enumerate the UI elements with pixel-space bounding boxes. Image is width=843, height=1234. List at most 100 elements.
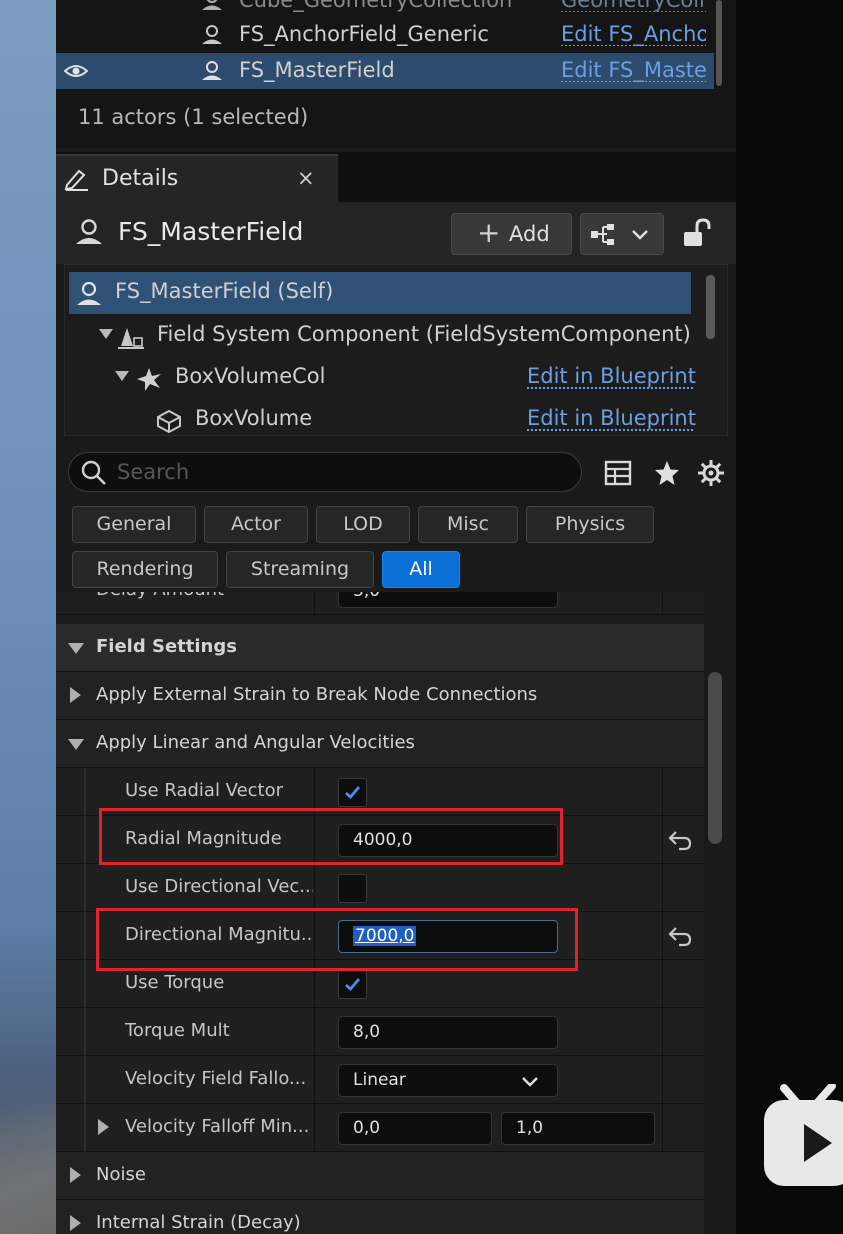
actor-icon	[76, 219, 102, 244]
reset-to-default-icon[interactable]	[668, 829, 692, 851]
torque-mult-input[interactable]: 8,0	[338, 1016, 558, 1049]
component-self-row[interactable]: FS_MasterField (Self)	[69, 272, 691, 314]
gear-icon[interactable]	[697, 459, 725, 487]
search-icon	[81, 460, 106, 485]
blueprint-hierarchy-icon	[591, 224, 648, 245]
filter-all[interactable]: All	[382, 551, 460, 588]
outliner-row-name: FS_AnchorField_Generic	[239, 22, 489, 46]
outliner-row[interactable]: FS_AnchorField_Generic Edit FS_Ancho	[56, 17, 714, 53]
filter-physics[interactable]: Physics	[526, 506, 654, 543]
use-radial-vector-checkbox[interactable]	[338, 778, 367, 807]
box-volume-icon	[157, 409, 181, 434]
close-icon[interactable]: ×	[297, 166, 315, 190]
outliner-row-selected[interactable]: FS_MasterField Edit FS_Maste	[56, 53, 714, 89]
indent-guide	[84, 912, 86, 960]
collapsed-arrow-icon[interactable]	[70, 687, 81, 703]
collapsed-arrow-icon[interactable]	[70, 1167, 81, 1183]
outliner-row-edit-link[interactable]: Edit FS_Ancho	[561, 22, 706, 46]
filter-misc[interactable]: Misc	[418, 506, 518, 543]
velocity-field-falloff-dropdown[interactable]: Linear	[338, 1064, 558, 1097]
component-label: FS_MasterField (Self)	[115, 279, 334, 303]
search-input[interactable]	[117, 457, 557, 487]
collapse-arrow-icon[interactable]	[99, 329, 113, 339]
group-label: Apply Linear and Angular Velocities	[96, 732, 415, 753]
tab-details[interactable]: Details ×	[56, 154, 338, 202]
velocity-falloff-min-input[interactable]: 0,0	[338, 1112, 492, 1145]
filter-streaming[interactable]: Streaming	[226, 551, 374, 588]
bilibili-logo-icon	[764, 1084, 843, 1186]
property-label: Use Directional Vec...	[125, 876, 313, 897]
column-divider	[662, 592, 663, 615]
filter-general[interactable]: General	[72, 506, 196, 543]
group-label: Internal Strain (Decay)	[96, 1212, 301, 1233]
property-label: Delay Amount	[96, 592, 284, 600]
property-row-use-directional-vector: Use Directional Vec...	[56, 864, 704, 912]
column-divider	[662, 1056, 663, 1104]
highlight-box	[99, 808, 563, 865]
property-label: Use Torque	[125, 972, 225, 993]
property-row-velocity-field-falloff: Velocity Field Fallo... Linear	[56, 1056, 704, 1104]
expand-arrow-icon[interactable]	[68, 739, 84, 750]
dropdown-value: Linear	[353, 1070, 406, 1090]
collapse-arrow-icon[interactable]	[115, 371, 129, 381]
star-icon[interactable]	[653, 459, 681, 487]
column-divider	[314, 1056, 315, 1104]
blueprint-options-button[interactable]	[580, 213, 664, 255]
grid-view-icon[interactable]	[604, 459, 632, 487]
selected-actor-title: FS_MasterField	[118, 217, 304, 246]
indent-guide	[84, 864, 86, 912]
editor-panel: Cube_GeometryCollection GeometryColle FS…	[56, 0, 736, 1234]
component-row-field-system[interactable]: Field System Component (FieldSystemCompo…	[65, 315, 695, 357]
reset-to-default-icon[interactable]	[668, 925, 692, 947]
actor-icon	[77, 281, 101, 305]
column-divider	[662, 864, 663, 912]
highlight-box	[96, 908, 578, 971]
component-row-boxvolumecol[interactable]: BoxVolumeCol Edit in Blueprint	[65, 357, 696, 399]
add-button-label: Add	[509, 222, 550, 246]
outliner-row-edit-link[interactable]: Edit FS_Maste	[561, 58, 706, 82]
component-row-boxvolume[interactable]: BoxVolume Edit in Blueprint	[65, 399, 696, 441]
component-tree: FS_MasterField (Self) Field System Compo…	[64, 264, 728, 436]
delay-amount-value[interactable]: 3,0	[338, 592, 558, 608]
component-label: BoxVolumeCol	[175, 364, 326, 388]
tree-scrollbar[interactable]	[706, 275, 715, 339]
tab-bar: Details ×	[56, 152, 736, 202]
indent-guide	[84, 768, 86, 816]
group-apply-strain[interactable]: Apply External Strain to Break Node Conn…	[56, 672, 704, 720]
filter-lod[interactable]: LOD	[316, 506, 410, 543]
column-divider	[662, 960, 663, 1008]
collapsed-arrow-icon[interactable]	[70, 1215, 81, 1231]
column-divider	[314, 592, 315, 615]
property-scrollbar[interactable]	[708, 672, 722, 844]
search-box	[68, 452, 582, 492]
component-label: Field System Component (FieldSystemCompo…	[157, 322, 691, 346]
filter-actor[interactable]: Actor	[204, 506, 308, 543]
unlock-icon[interactable]	[680, 217, 714, 251]
volume-collision-icon	[137, 368, 161, 391]
outliner-scrollbar[interactable]	[716, 0, 722, 86]
group-internal-strain[interactable]: Internal Strain (Decay)	[56, 1200, 704, 1234]
details-header: FS_MasterField + Add	[56, 202, 736, 264]
collapsed-arrow-icon[interactable]	[98, 1119, 109, 1135]
component-label: BoxVolume	[195, 406, 313, 430]
backdrop	[736, 0, 843, 1234]
outliner-row-name: FS_MasterField	[239, 58, 395, 82]
group-noise[interactable]: Noise	[56, 1152, 704, 1200]
edit-in-blueprint-link[interactable]: Edit in Blueprint	[527, 406, 696, 430]
add-component-button[interactable]: + Add	[451, 213, 572, 255]
group-apply-velocities[interactable]: Apply Linear and Angular Velocities	[56, 720, 704, 768]
velocity-falloff-max-input[interactable]: 1,0	[501, 1112, 655, 1145]
category-field-settings[interactable]: Field Settings	[56, 624, 704, 672]
column-divider	[662, 912, 663, 960]
filter-rendering[interactable]: Rendering	[72, 551, 218, 588]
expand-arrow-icon[interactable]	[68, 643, 84, 654]
actor-icon	[202, 0, 222, 10]
edit-in-blueprint-link[interactable]: Edit in Blueprint	[527, 364, 696, 388]
visibility-eye-icon[interactable]	[64, 63, 88, 79]
viewport-edge	[0, 0, 56, 1234]
column-divider	[662, 1104, 663, 1152]
use-directional-vector-checkbox[interactable]	[338, 874, 367, 903]
tab-label: Details	[102, 166, 179, 191]
indent-guide	[84, 816, 86, 864]
use-torque-checkbox[interactable]	[338, 970, 367, 999]
